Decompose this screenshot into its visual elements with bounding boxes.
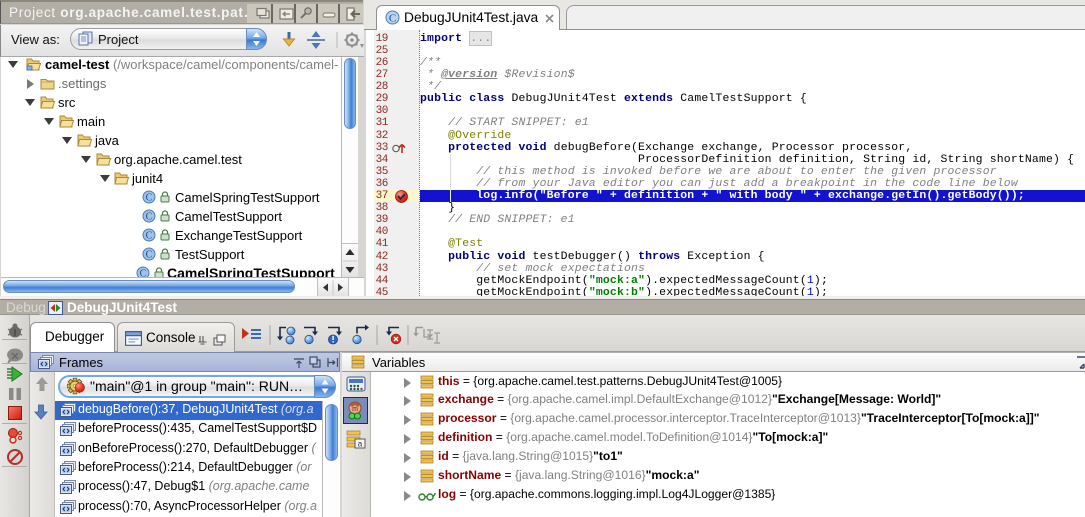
svg-text:a: a — [358, 440, 363, 449]
svg-text:m: m — [352, 406, 358, 413]
svg-text:C: C — [389, 13, 396, 25]
